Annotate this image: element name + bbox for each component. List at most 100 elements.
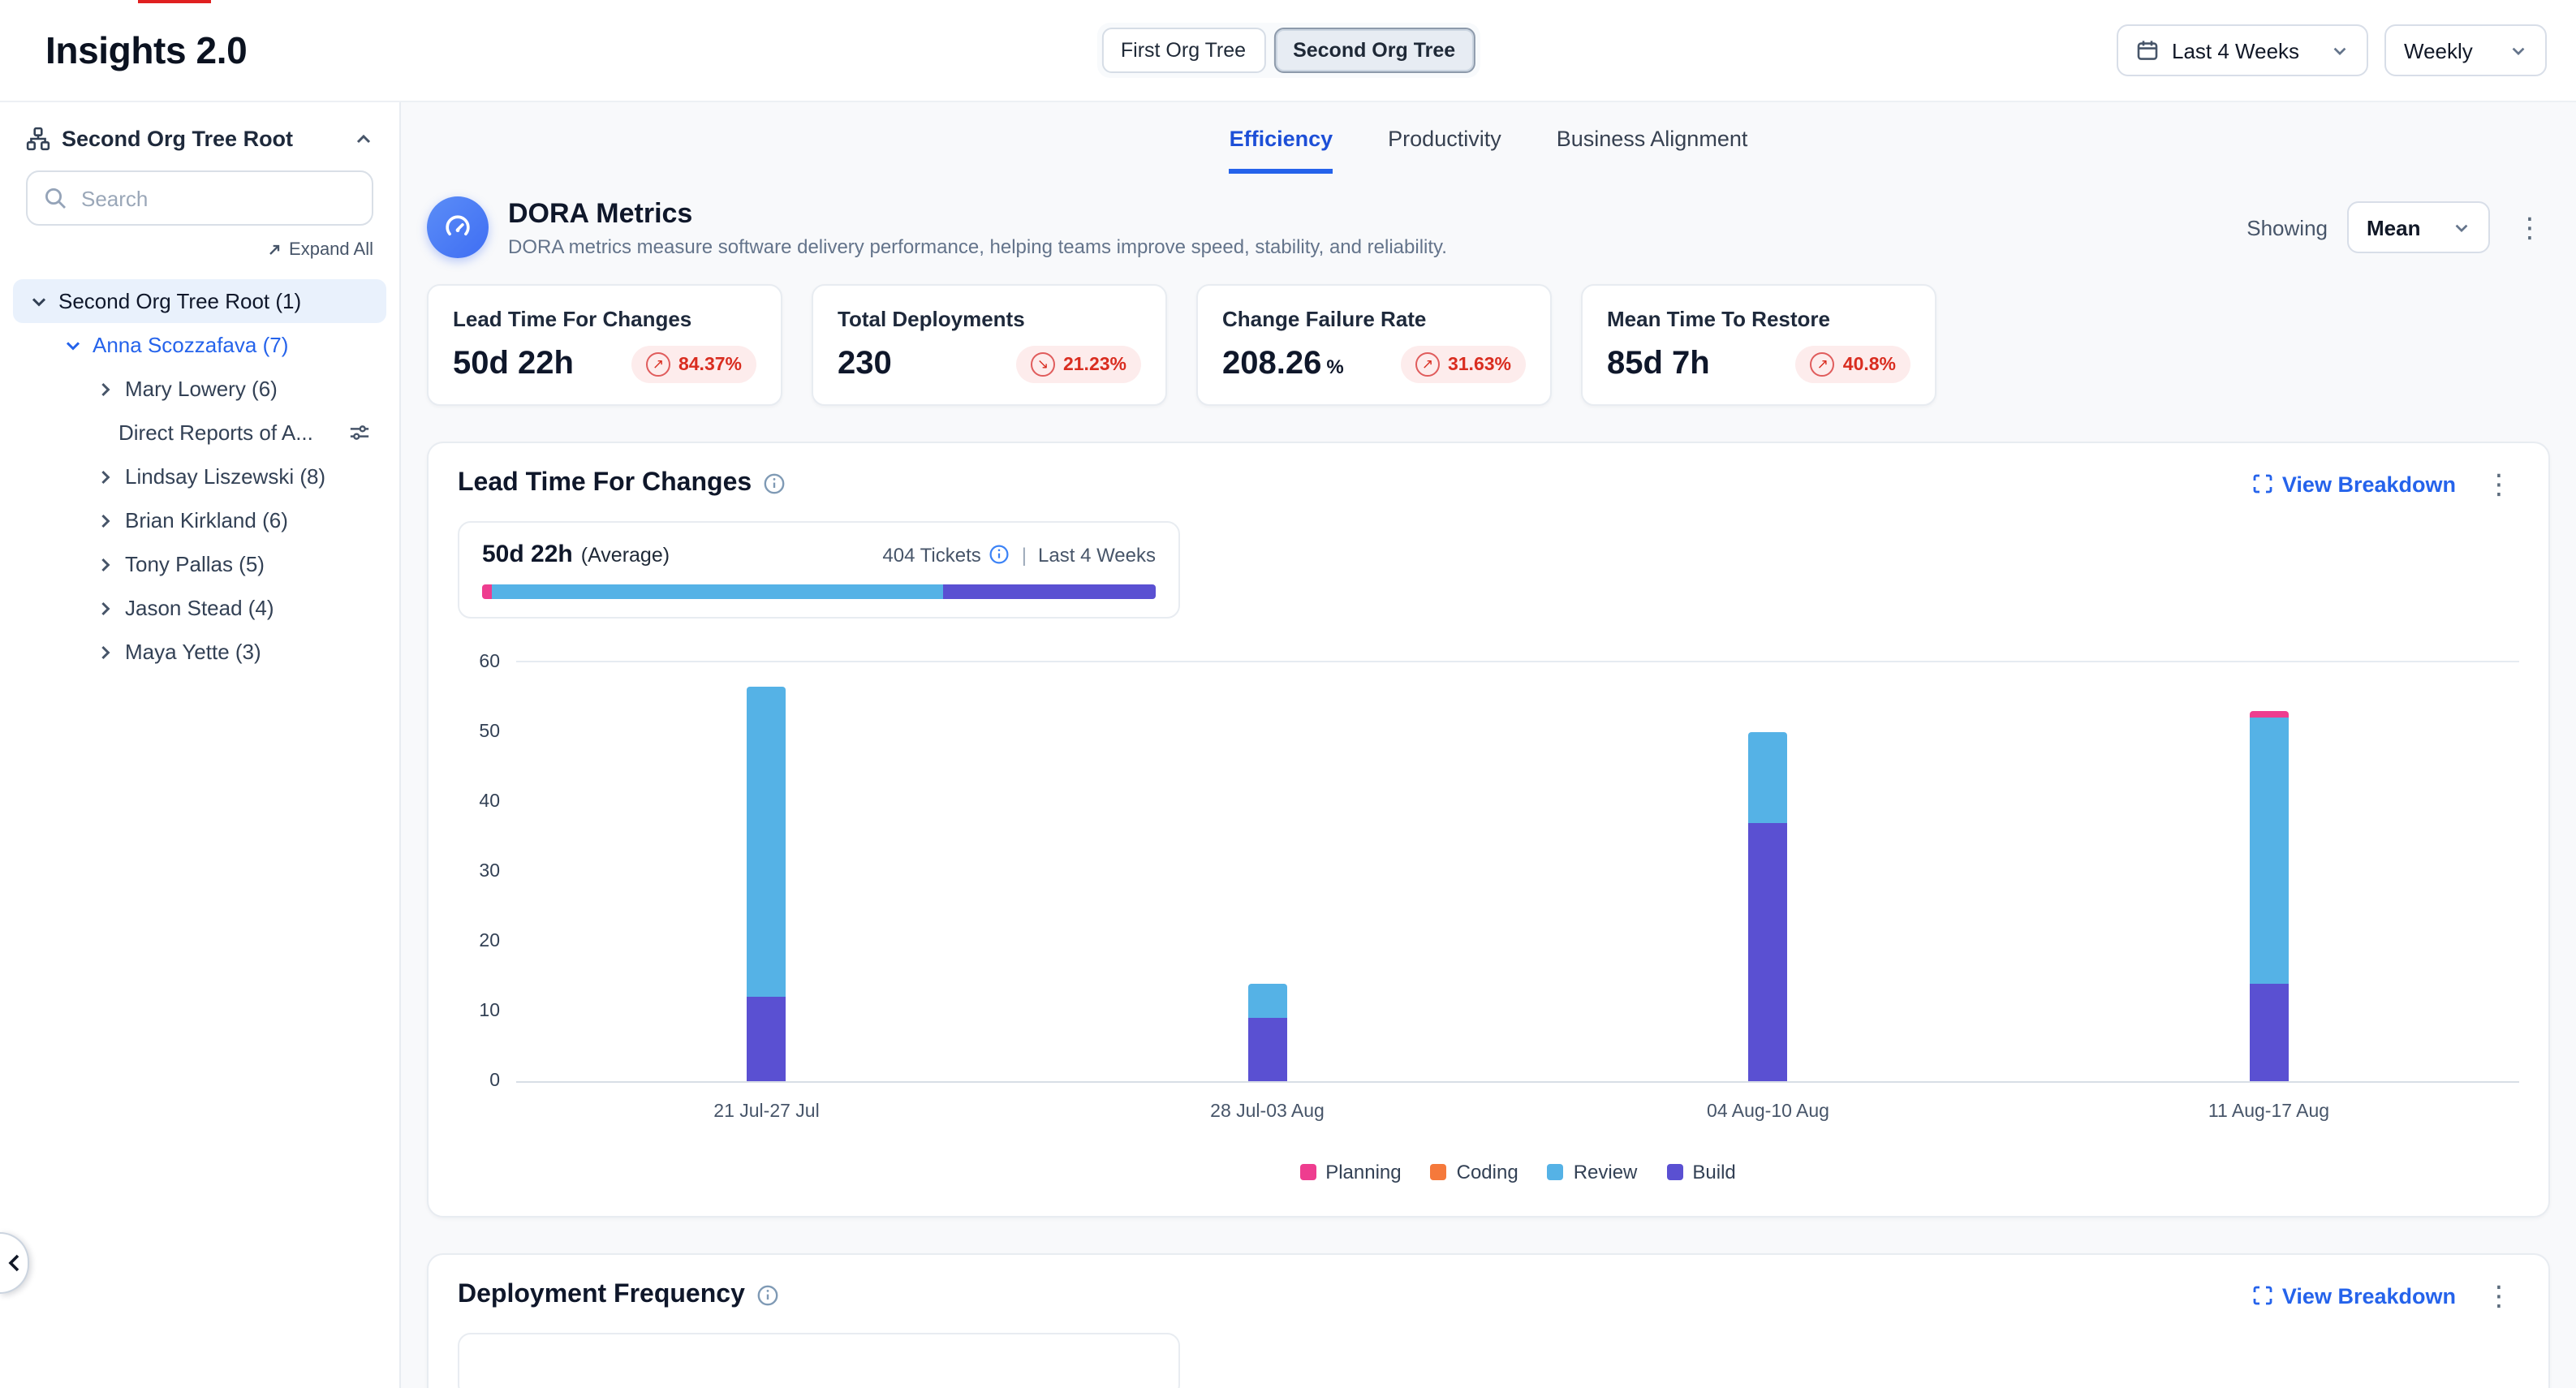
search-input[interactable] <box>78 184 355 212</box>
first-org-tree-button[interactable]: First Org Tree <box>1101 28 1265 73</box>
chevron-up-icon[interactable] <box>354 129 373 149</box>
lead-time-title: Lead Time For Changes <box>458 469 752 498</box>
info-icon[interactable] <box>763 472 786 495</box>
showing-value: Mean <box>2367 215 2420 239</box>
sidebar-root-label: Second Org Tree Root <box>62 127 293 151</box>
dist-segment-review <box>492 584 943 599</box>
legend-swatch <box>1431 1164 1447 1180</box>
x-tick-label: 21 Jul-27 Jul <box>516 1083 1017 1122</box>
stacked-bar-4[interactable] <box>2250 662 2289 1081</box>
chevron-right-icon[interactable] <box>96 511 115 530</box>
chevron-down-icon <box>2331 41 2349 59</box>
tab-efficiency[interactable]: Efficiency <box>1230 102 1333 174</box>
delta-value: 40.8% <box>1843 355 1896 374</box>
legend-swatch <box>1666 1164 1682 1180</box>
metric-card-change-failure-rate[interactable]: Change Failure Rate 208.26% ↗ 31.63% <box>1196 284 1552 406</box>
chevron-right-icon[interactable] <box>96 467 115 486</box>
delta-value: 31.63% <box>1448 355 1511 374</box>
stacked-bar-1[interactable] <box>747 662 786 1081</box>
metric-card-total-deployments[interactable]: Total Deployments 230 ↘ 21.23% <box>812 284 1167 406</box>
tree-item-tony-pallas[interactable]: Tony Pallas (5) <box>13 542 386 586</box>
metric-card-lead-time[interactable]: Lead Time For Changes 50d 22h ↗ 84.37% <box>427 284 782 406</box>
chevron-down-icon[interactable] <box>29 291 49 311</box>
bar-segment-review <box>2250 718 2289 984</box>
chevron-right-icon[interactable] <box>96 598 115 618</box>
metric-value: 85d 7h <box>1607 346 1710 383</box>
trend-arrow-icon: ↗ <box>646 352 670 377</box>
dora-logo-icon <box>427 196 489 258</box>
tree-item-maya-yette[interactable]: Maya Yette (3) <box>13 630 386 674</box>
kebab-menu-icon[interactable]: ⋮ <box>2479 470 2519 498</box>
tab-productivity[interactable]: Productivity <box>1388 102 1501 174</box>
chevron-right-icon[interactable] <box>96 642 115 662</box>
phase-distribution-bar <box>482 584 1156 599</box>
metric-value: 208.26 <box>1222 346 1321 383</box>
tree-item-label: Direct Reports of A... <box>118 420 313 445</box>
main-content: Efficiency Productivity Business Alignme… <box>401 102 2576 1388</box>
org-chart-icon <box>26 127 50 151</box>
legend-item-review[interactable]: Review <box>1548 1161 1638 1183</box>
chevron-down-icon[interactable] <box>63 335 83 355</box>
legend-swatch <box>1299 1164 1316 1180</box>
info-icon[interactable] <box>756 1284 779 1307</box>
kebab-menu-icon[interactable]: ⋮ <box>2479 1282 2519 1309</box>
deployment-frequency-title: Deployment Frequency <box>458 1281 745 1310</box>
tree-item-brian-kirkland[interactable]: Brian Kirkland (6) <box>13 498 386 542</box>
sidebar-header: Second Org Tree Root <box>0 102 399 151</box>
lead-time-summary: 50d 22h (Average) 404 Tickets | Last 4 W… <box>458 521 1180 619</box>
tree-item-root[interactable]: Second Org Tree Root (1) <box>13 279 386 323</box>
second-org-tree-button[interactable]: Second Org Tree <box>1273 28 1475 73</box>
tree-item-label: Maya Yette (3) <box>125 640 261 664</box>
dora-title: DORA Metrics <box>508 197 1447 230</box>
kebab-menu-icon[interactable]: ⋮ <box>2509 213 2550 241</box>
y-tick-label: 10 <box>451 1002 500 1021</box>
showing-label: Showing <box>2246 215 2328 239</box>
deployment-summary-box <box>458 1333 1180 1388</box>
bar-segment-build <box>1749 823 1788 1081</box>
showing-select[interactable]: Mean <box>2347 201 2490 253</box>
legend-item-build[interactable]: Build <box>1666 1161 1735 1183</box>
metric-card-mean-time-to-restore[interactable]: Mean Time To Restore 85d 7h ↗ 40.8% <box>1581 284 1936 406</box>
granularity-select[interactable]: Weekly <box>2384 24 2547 76</box>
deployment-frequency-card: Deployment Frequency View Breakdown ⋮ <box>427 1253 2550 1388</box>
tree-item-mary-lowery[interactable]: Mary Lowery (6) <box>13 367 386 411</box>
tree-item-label: Lindsay Liszewski (8) <box>125 464 325 489</box>
legend-item-coding[interactable]: Coding <box>1431 1161 1518 1183</box>
top-bar: Insights 2.0 First Org Tree Second Org T… <box>0 0 2576 102</box>
bar-segment-build <box>1248 1019 1287 1081</box>
average-value: 50d 22h <box>482 541 573 568</box>
tree-item-anna-scozzafava[interactable]: Anna Scozzafava (7) <box>13 323 386 367</box>
x-tick-label: 04 Aug-10 Aug <box>1518 1083 2018 1122</box>
bar-segment-review <box>1248 984 1287 1019</box>
tab-business-alignment[interactable]: Business Alignment <box>1557 102 1748 174</box>
org-tree-sidebar: Second Org Tree Root Expand All <box>0 102 401 1388</box>
view-breakdown-button[interactable]: View Breakdown <box>2253 1283 2456 1308</box>
tree-item-jason-stead[interactable]: Jason Stead (4) <box>13 586 386 630</box>
info-icon[interactable] <box>989 544 1010 565</box>
sidebar-collapse-handle[interactable] <box>0 1232 29 1294</box>
legend-item-planning[interactable]: Planning <box>1299 1161 1401 1183</box>
tickets-count: 404 Tickets <box>882 543 980 566</box>
expand-icon <box>266 242 282 258</box>
legend-label: Review <box>1574 1161 1638 1183</box>
stacked-bar-2[interactable] <box>1248 662 1287 1081</box>
stacked-bar-3[interactable] <box>1749 662 1788 1081</box>
tree-item-label: Mary Lowery (6) <box>125 377 278 401</box>
expand-all-button[interactable]: Expand All <box>0 240 373 260</box>
x-tick-label: 28 Jul-03 Aug <box>1017 1083 1518 1122</box>
tree-item-label: Tony Pallas (5) <box>125 552 265 576</box>
tree-item-label: Anna Scozzafava (7) <box>93 333 288 357</box>
chevron-right-icon[interactable] <box>96 379 115 399</box>
date-range-select[interactable]: Last 4 Weeks <box>2117 24 2368 76</box>
delta-value: 21.23% <box>1063 355 1126 374</box>
calendar-icon <box>2136 39 2159 62</box>
chevron-down-icon <box>2453 218 2470 236</box>
metric-label: Mean Time To Restore <box>1607 307 1910 331</box>
filter-sliders-icon[interactable] <box>349 422 370 443</box>
view-breakdown-button[interactable]: View Breakdown <box>2253 472 2456 496</box>
tree-item-lindsay-liszewski[interactable]: Lindsay Liszewski (8) <box>13 455 386 498</box>
range-label: Last 4 Weeks <box>1038 543 1156 566</box>
dora-metric-cards: Lead Time For Changes 50d 22h ↗ 84.37% T… <box>427 284 2550 406</box>
chevron-right-icon[interactable] <box>96 554 115 574</box>
tree-item-direct-reports[interactable]: Direct Reports of A... <box>13 411 386 455</box>
